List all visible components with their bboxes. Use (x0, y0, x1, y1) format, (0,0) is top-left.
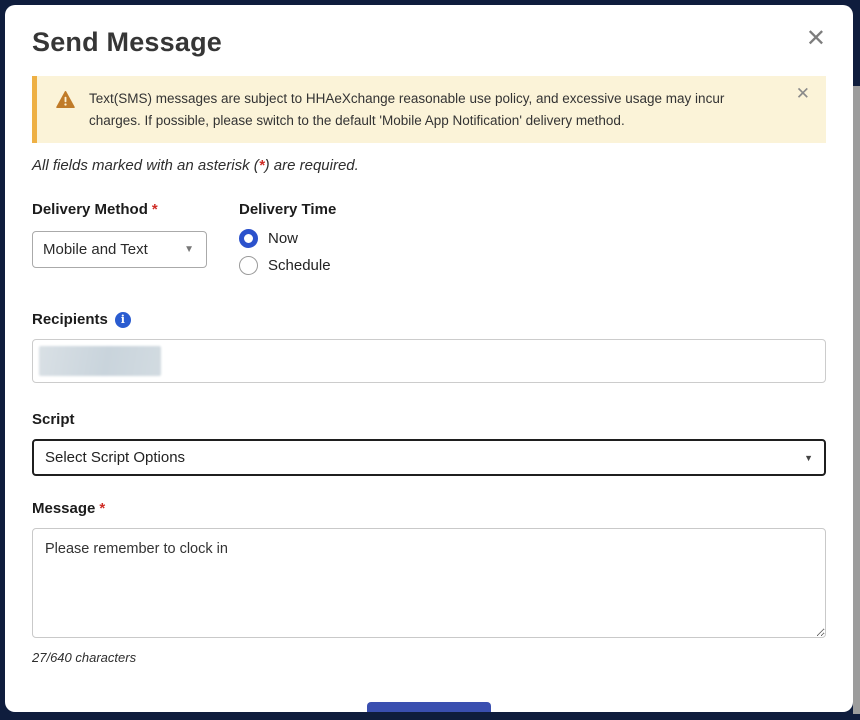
message-textarea[interactable]: Please remember to clock in (32, 528, 826, 638)
recipients-input[interactable] (32, 339, 826, 383)
banner-close-icon[interactable]: ✕ (796, 85, 810, 102)
script-select-value: Select Script Options (45, 449, 185, 466)
recipients-label: Recipients (32, 311, 108, 328)
recipient-chip-redacted (39, 346, 161, 376)
note-prefix: All fields marked with an asterisk ( (32, 157, 259, 174)
script-label: Script (32, 411, 826, 428)
required-asterisk: * (152, 201, 158, 218)
delivery-method-field: Delivery Method* Mobile and Text ▼ (32, 201, 207, 283)
recipients-field: Recipients i (32, 311, 826, 383)
script-select[interactable]: Select Script Options ▼ (32, 439, 826, 476)
delivery-row: Delivery Method* Mobile and Text ▼ Deliv… (32, 201, 826, 283)
radio-option-now[interactable]: Now (239, 229, 336, 248)
delivery-time-field: Delivery Time Now Schedule (239, 201, 336, 283)
radio-option-schedule[interactable]: Schedule (239, 256, 336, 275)
info-icon[interactable]: i (115, 312, 131, 328)
delivery-time-label: Delivery Time (239, 201, 336, 218)
warning-triangle-icon (56, 91, 75, 108)
required-fields-note: All fields marked with an asterisk (*) a… (32, 157, 826, 174)
scrollbar[interactable] (853, 86, 860, 714)
banner-message: Text(SMS) messages are subject to HHAeXc… (89, 88, 779, 131)
radio-schedule-label[interactable]: Schedule (268, 257, 331, 274)
character-counter: 27/640 characters (32, 650, 826, 665)
chevron-down-icon: ▼ (184, 244, 194, 255)
message-label: Message* (32, 500, 826, 517)
message-field: Message* Please remember to clock in 27/… (32, 500, 826, 665)
delivery-method-select[interactable]: Mobile and Text ▼ (32, 231, 207, 268)
dialog-title: Send Message (32, 27, 826, 58)
delivery-method-label: Delivery Method* (32, 201, 207, 218)
radio-unselected-icon[interactable] (239, 256, 258, 275)
dialog-actions: Broadcast (32, 702, 826, 712)
radio-now-label[interactable]: Now (268, 230, 298, 247)
required-asterisk: * (99, 500, 105, 517)
dialog-header: Send Message ✕ (32, 27, 826, 58)
note-suffix: ) are required. (265, 157, 359, 174)
send-message-dialog: Send Message ✕ Text(SMS) messages are su… (5, 5, 853, 712)
recipients-label-row: Recipients i (32, 311, 826, 328)
radio-selected-icon[interactable] (239, 229, 258, 248)
broadcast-button[interactable]: Broadcast (367, 702, 491, 712)
chevron-down-icon: ▼ (804, 453, 813, 463)
delivery-method-value: Mobile and Text (43, 241, 148, 258)
script-field: Script Select Script Options ▼ (32, 411, 826, 476)
close-icon[interactable]: ✕ (806, 27, 826, 51)
sms-warning-banner: Text(SMS) messages are subject to HHAeXc… (32, 76, 826, 143)
delivery-time-options: Now Schedule (239, 229, 336, 275)
